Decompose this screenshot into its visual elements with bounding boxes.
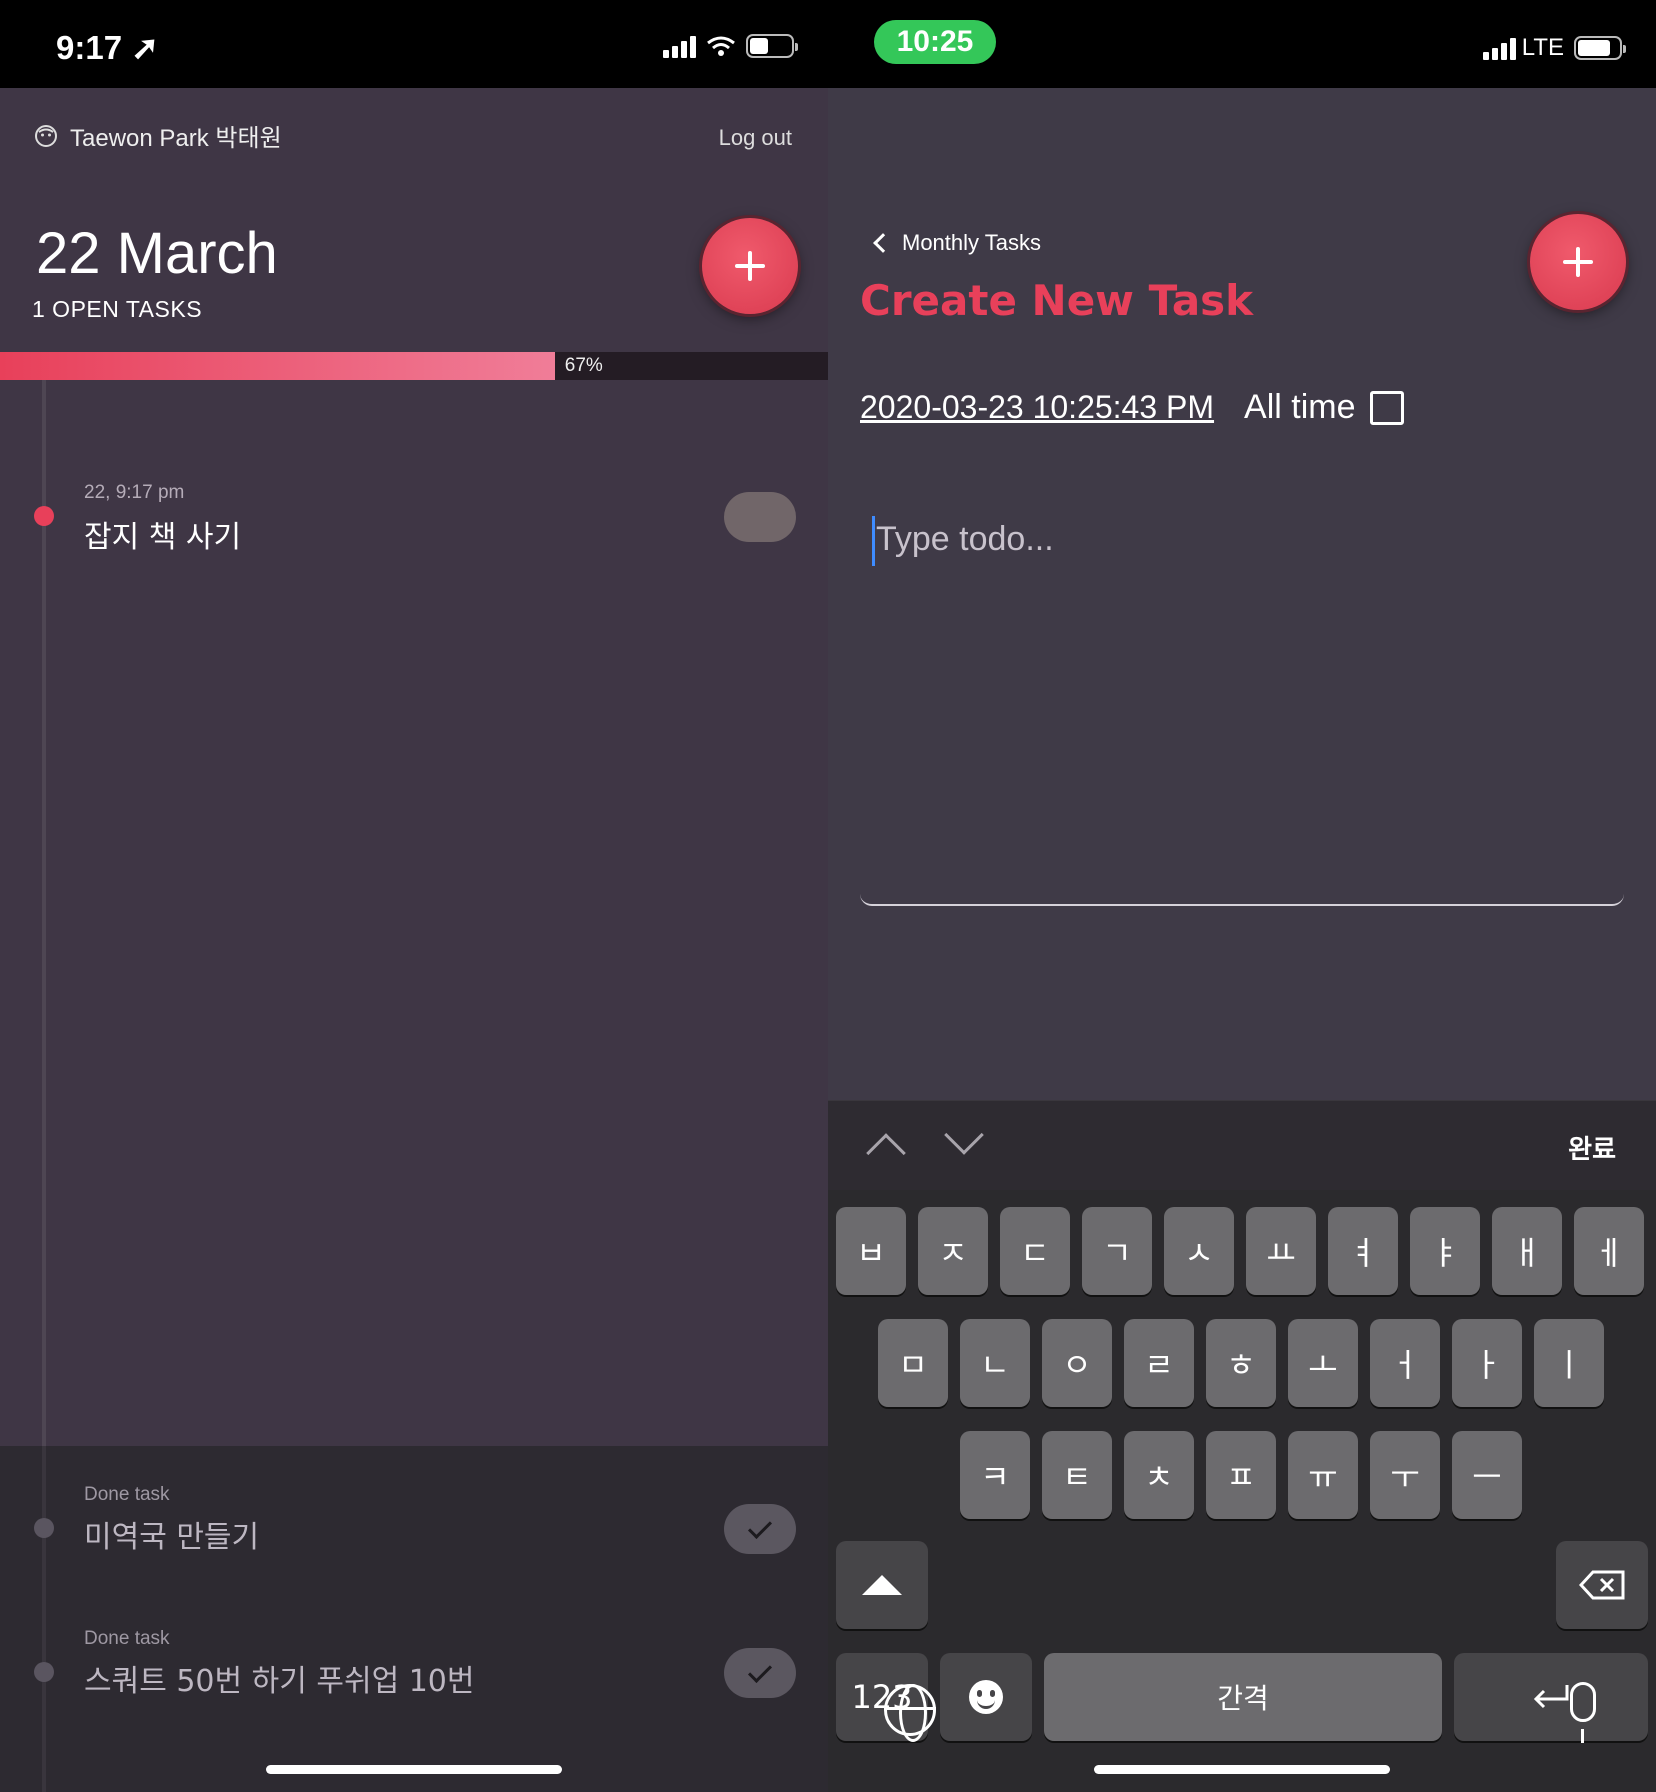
emoji-icon — [969, 1680, 1003, 1714]
text-caret — [872, 516, 875, 566]
plus-icon — [1563, 247, 1593, 277]
open-tasks-count: 1 OPEN TASKS — [32, 296, 203, 322]
add-task-button[interactable] — [702, 218, 798, 314]
chevron-up-icon[interactable] — [866, 1133, 906, 1173]
keyboard-done-button[interactable]: 완료 — [1568, 1129, 1616, 1166]
wifi-icon — [707, 36, 735, 56]
return-key[interactable] — [1454, 1653, 1648, 1741]
key-row3-5[interactable]: ㅜ — [1370, 1431, 1440, 1519]
key-row3-3[interactable]: ㅍ — [1206, 1431, 1276, 1519]
right-screen: 10:25 LTE Monthly Tasks Create New Task … — [828, 0, 1656, 1792]
battery-icon — [1574, 36, 1626, 60]
datetime-row: 2020-03-23 10:25:43 PM All time — [860, 388, 1404, 427]
key-row1-4[interactable]: ㅅ — [1164, 1207, 1234, 1295]
task-complete-toggle[interactable] — [724, 1648, 796, 1698]
key-row1-2[interactable]: ㄷ — [1000, 1207, 1070, 1295]
key-row2-3[interactable]: ㄹ — [1124, 1319, 1194, 1407]
status-icons: LTE — [1482, 34, 1626, 62]
signal-icon — [663, 34, 696, 58]
key-row3-0[interactable]: ㅋ — [960, 1431, 1030, 1519]
status-time: 9:17 ➚ — [56, 29, 159, 66]
status-bar: 10:25 LTE — [828, 0, 1656, 88]
task-title: 미역국 만들기 — [84, 1520, 260, 1555]
progress-bar: 67% — [0, 352, 828, 380]
key-row1-8[interactable]: ㅐ — [1492, 1207, 1562, 1295]
call-time-pill[interactable]: 10:25 — [874, 20, 996, 64]
todo-textarea[interactable]: Type todo... — [860, 510, 1624, 906]
key-row1-1[interactable]: ㅈ — [918, 1207, 988, 1295]
page-title: 22 March — [36, 221, 278, 286]
task-complete-toggle[interactable] — [724, 492, 796, 542]
key-row2-7[interactable]: ㅏ — [1452, 1319, 1522, 1407]
shift-icon — [862, 1575, 902, 1595]
logout-link[interactable]: Log out — [719, 125, 792, 151]
battery-icon — [746, 34, 798, 58]
checkmark-icon — [747, 1658, 773, 1684]
all-time-label: All time — [1244, 388, 1356, 426]
user-face-icon — [35, 124, 57, 147]
status-time: 10:25 — [896, 25, 974, 58]
network-label: LTE — [1521, 34, 1564, 61]
left-screen: 9:17 ➚ Taewon Park 박태원 Log out 22 March … — [0, 0, 828, 1792]
keyboard-toolbar: 완료 — [828, 1100, 1656, 1190]
key-row1-7[interactable]: ㅑ — [1410, 1207, 1480, 1295]
checkmark-icon — [747, 1514, 773, 1540]
keyboard: ㅂㅈㄷㄱㅅㅛㅕㅑㅐㅔ ㅁㄴㅇㄹㅎㅗㅓㅏㅣ ㅋㅌㅊㅍㅠㅜㅡ 123 간격 — [828, 1190, 1656, 1792]
backspace-key[interactable] — [1556, 1541, 1648, 1629]
plus-icon — [735, 251, 765, 281]
progress-fill — [0, 352, 555, 380]
key-row1-3[interactable]: ㄱ — [1082, 1207, 1152, 1295]
globe-icon[interactable] — [884, 1684, 936, 1742]
shift-key[interactable] — [836, 1541, 928, 1629]
task-complete-toggle[interactable] — [724, 1504, 796, 1554]
key-row2-6[interactable]: ㅓ — [1370, 1319, 1440, 1407]
back-button[interactable]: Monthly Tasks — [873, 230, 1041, 256]
chevron-down-icon[interactable] — [944, 1115, 984, 1155]
datetime-picker[interactable]: 2020-03-23 10:25:43 PM — [860, 389, 1214, 426]
key-row1-9[interactable]: ㅔ — [1574, 1207, 1644, 1295]
timeline-line — [42, 1446, 46, 1792]
space-key[interactable]: 간격 — [1044, 1653, 1442, 1741]
key-row3-2[interactable]: ㅊ — [1124, 1431, 1194, 1519]
task-status: Done task — [84, 1484, 170, 1505]
task-status: Done task — [84, 1628, 170, 1649]
task-dot — [34, 1518, 54, 1538]
task-title: 잡지 책 사기 — [84, 520, 242, 555]
todo-placeholder: Type todo... — [876, 520, 1054, 558]
add-task-button[interactable] — [1530, 214, 1626, 310]
progress-label: 67% — [564, 355, 603, 376]
key-row3-6[interactable]: ㅡ — [1452, 1431, 1522, 1519]
return-icon — [1533, 1685, 1569, 1709]
user-name: Taewon Park 박태원 — [70, 125, 282, 152]
key-row3-1[interactable]: ㅌ — [1042, 1431, 1112, 1519]
chevron-left-icon — [873, 233, 893, 253]
task-dot — [34, 506, 54, 526]
key-row1-5[interactable]: ㅛ — [1246, 1207, 1316, 1295]
key-row2-1[interactable]: ㄴ — [960, 1319, 1030, 1407]
key-row1-0[interactable]: ㅂ — [836, 1207, 906, 1295]
page-title: Create New Task — [860, 276, 1254, 325]
signal-icon — [1482, 36, 1516, 60]
user-row: Taewon Park 박태원 — [34, 118, 282, 153]
key-row2-8[interactable]: ㅣ — [1534, 1319, 1604, 1407]
key-row2-2[interactable]: ㅇ — [1042, 1319, 1112, 1407]
key-row1-6[interactable]: ㅕ — [1328, 1207, 1398, 1295]
emoji-key[interactable] — [940, 1653, 1032, 1741]
microphone-icon[interactable] — [1570, 1682, 1596, 1743]
status-bar: 9:17 ➚ — [0, 0, 828, 88]
key-row3-4[interactable]: ㅠ — [1288, 1431, 1358, 1519]
task-dot — [34, 1662, 54, 1682]
task-title: 스쿼트 50번 하기 푸쉬업 10번 — [84, 1664, 475, 1699]
home-indicator[interactable] — [1094, 1765, 1390, 1774]
back-label: Monthly Tasks — [902, 230, 1041, 255]
home-indicator[interactable] — [266, 1765, 562, 1774]
backspace-icon — [1579, 1570, 1625, 1600]
key-row2-0[interactable]: ㅁ — [878, 1319, 948, 1407]
key-row2-4[interactable]: ㅎ — [1206, 1319, 1276, 1407]
all-time-checkbox[interactable] — [1369, 390, 1404, 425]
status-icons — [663, 34, 798, 58]
key-row2-5[interactable]: ㅗ — [1288, 1319, 1358, 1407]
task-time: 22, 9:17 pm — [84, 482, 185, 503]
done-tasks-section: Done task 미역국 만들기 Done task 스쿼트 50번 하기 푸… — [0, 1446, 828, 1792]
